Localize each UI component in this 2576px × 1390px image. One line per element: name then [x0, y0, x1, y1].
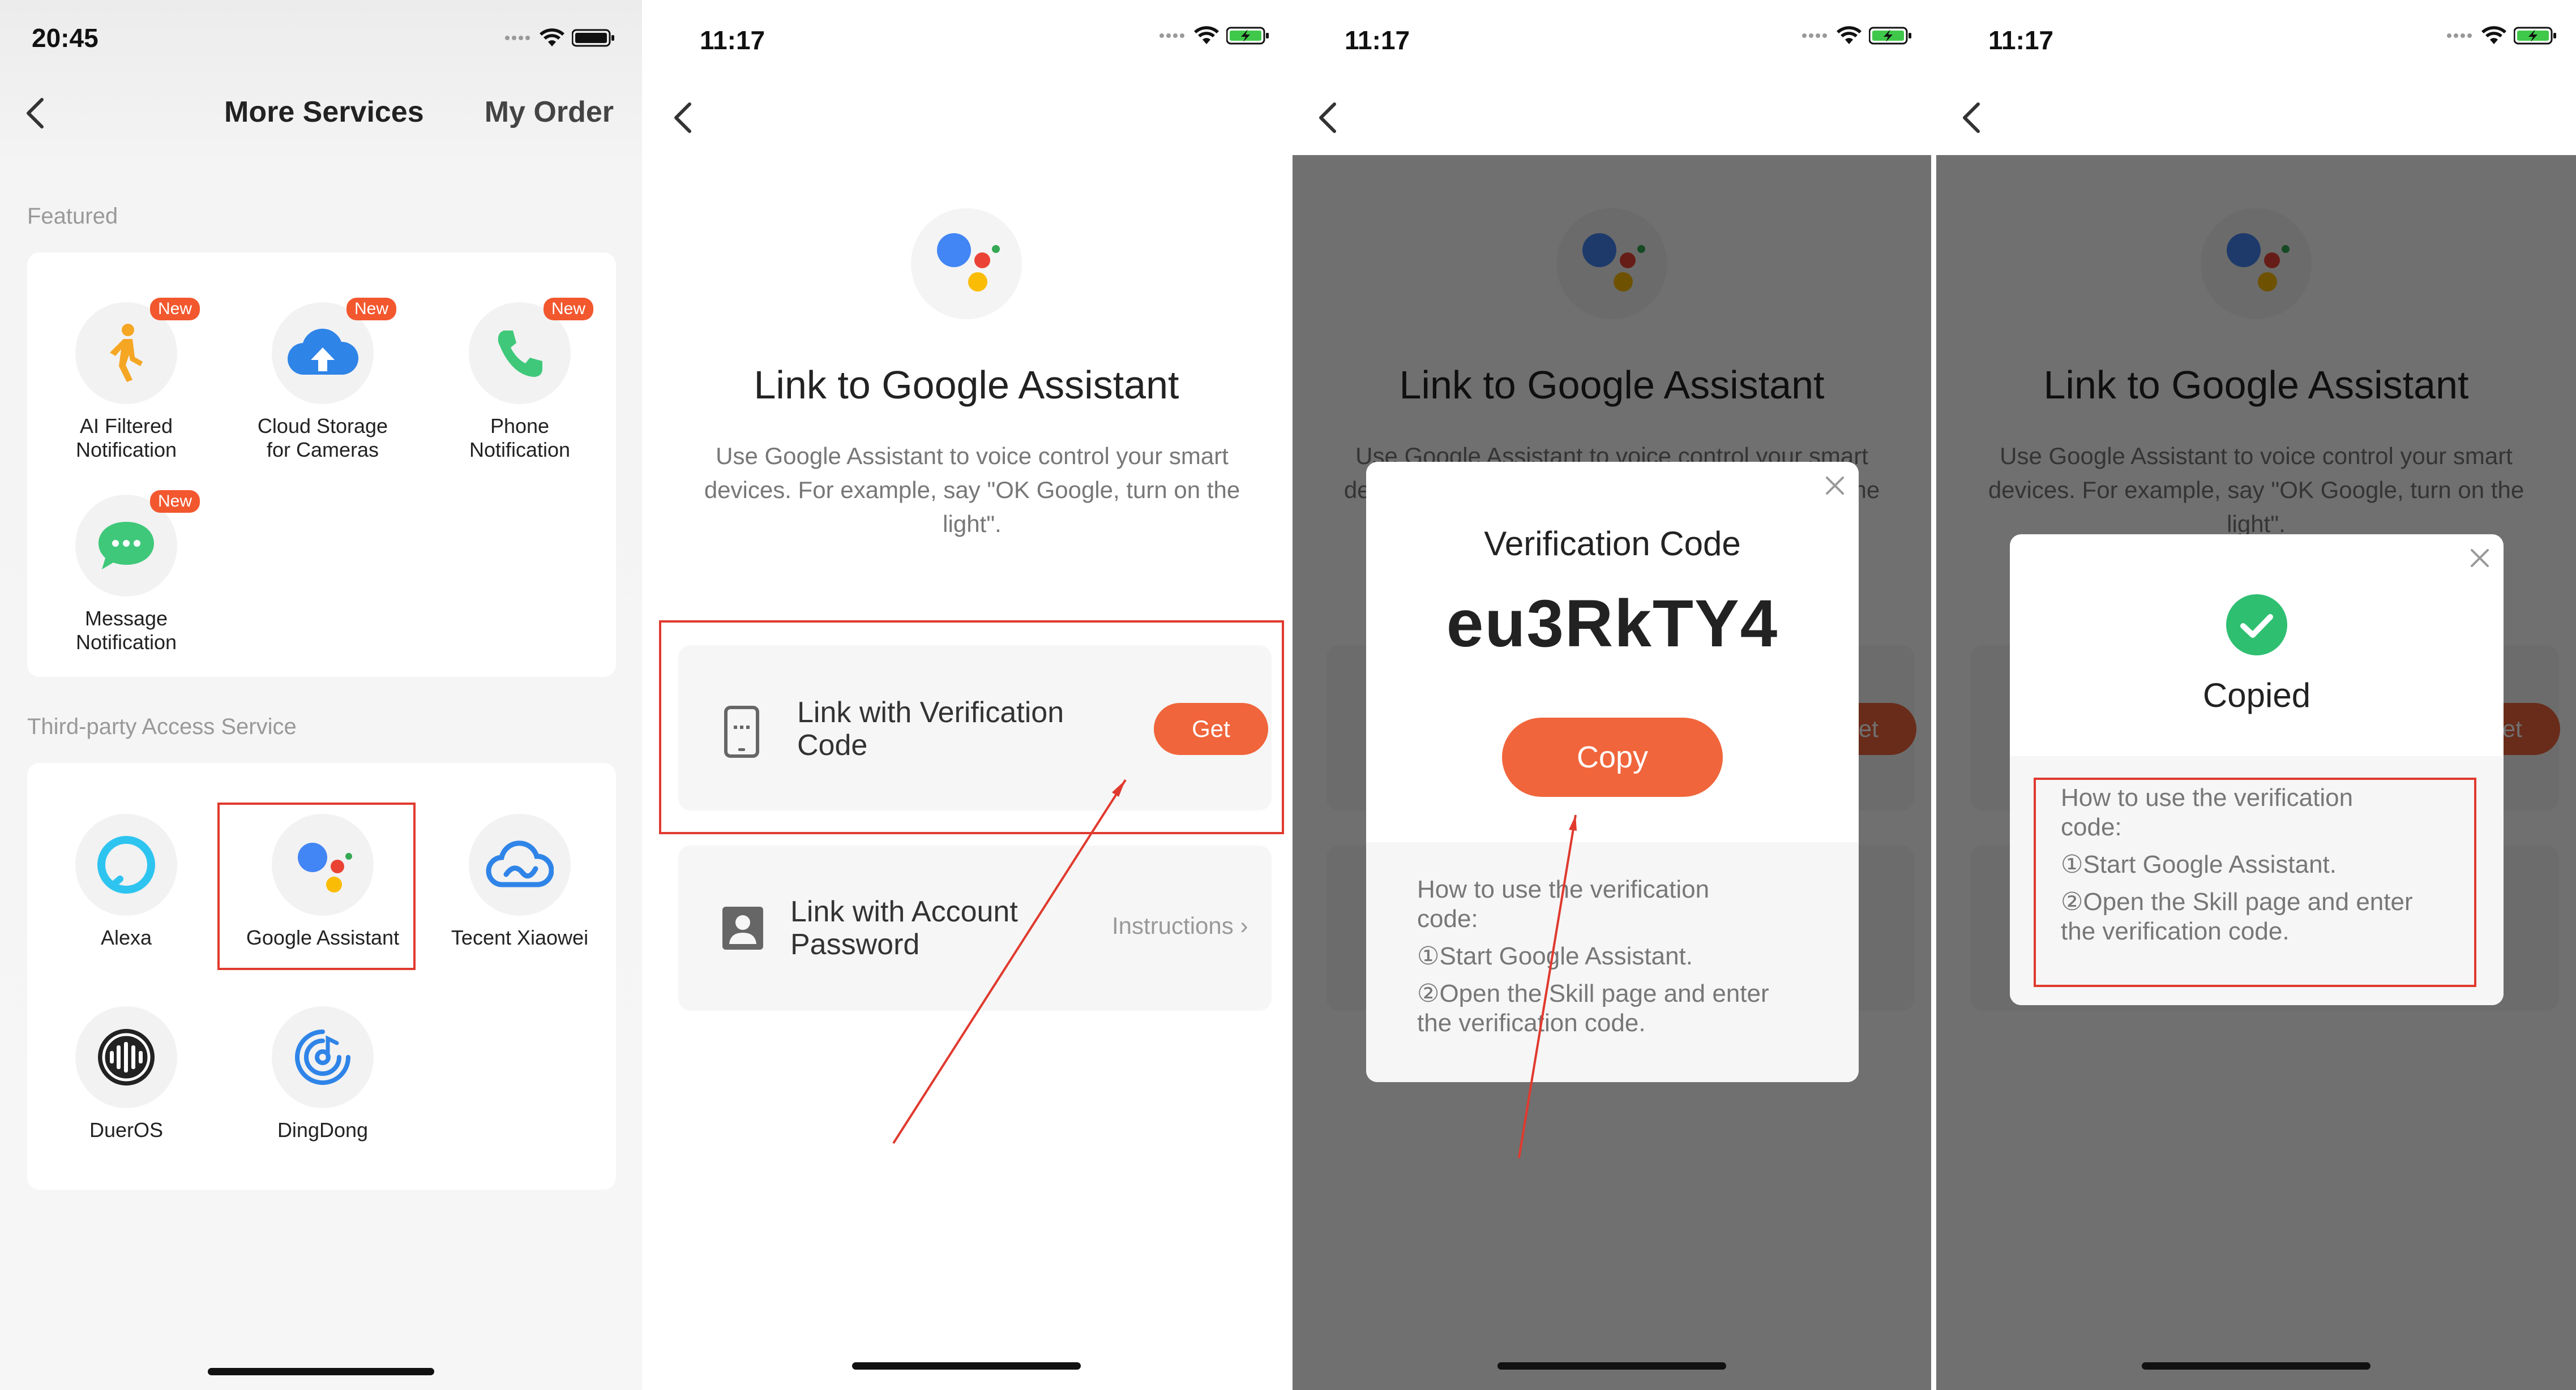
home-indicator	[852, 1362, 1081, 1370]
service-label-line1: Message	[84, 607, 168, 630]
service-label-line2: Notification	[75, 630, 177, 654]
tecent-xiaowei-icon	[486, 840, 554, 887]
service-label: DuerOS	[89, 1118, 164, 1142]
annotation-arrow	[892, 779, 1127, 1144]
service-label-line1: Cloud Storage	[257, 414, 388, 437]
service-label-line2: Notification	[75, 438, 177, 461]
service-label-line2: Notification	[469, 438, 571, 461]
status-time: 11:17	[1988, 25, 2054, 55]
service-phone-notification[interactable]: New Phone Notification	[423, 298, 616, 462]
service-icon-wrap	[272, 1006, 374, 1108]
new-badge: New	[149, 298, 200, 320]
third-party-section-label: Third-party Access Service	[27, 714, 297, 739]
dingdong-icon	[295, 1029, 350, 1085]
service-ai-filtered-notification[interactable]: New AI Filtered Notification	[30, 298, 222, 462]
signal-icon	[2447, 33, 2474, 38]
service-icon-wrap	[75, 814, 177, 916]
wifi-icon	[2481, 26, 2506, 44]
service-icon-wrap	[469, 814, 571, 916]
home-indicator	[208, 1368, 434, 1375]
service-label-line1: Phone	[490, 414, 550, 437]
cloud-upload-icon	[287, 328, 359, 375]
back-icon[interactable]	[23, 96, 48, 130]
annotation-arrow	[1518, 814, 1577, 1159]
new-badge: New	[149, 490, 200, 513]
status-icons	[505, 28, 615, 48]
phone-icon	[498, 331, 542, 377]
service-dueros[interactable]: DuerOS	[30, 1006, 222, 1142]
battery-charging-icon	[2514, 27, 2556, 45]
service-label-line1: AI Filtered	[79, 414, 173, 437]
featured-section-label: Featured	[27, 204, 118, 229]
status-icons	[2447, 26, 2557, 45]
wifi-icon	[540, 28, 564, 46]
battery-icon	[572, 29, 614, 47]
service-message-notification[interactable]: New Message Notification	[30, 490, 222, 654]
dueros-icon	[98, 1029, 155, 1086]
home-indicator	[2142, 1362, 2370, 1370]
home-indicator	[1497, 1362, 1726, 1370]
service-icon-wrap: New	[272, 298, 396, 404]
service-dingdong[interactable]: DingDong	[226, 1006, 419, 1142]
service-label: Tecent Xiaowei	[451, 926, 589, 949]
service-cloud-storage[interactable]: New Cloud Storage for Cameras	[226, 298, 419, 462]
screen-link-google-assistant: 11:17 Link to Google Assistant Use Googl…	[644, 0, 1289, 1390]
new-badge: New	[543, 298, 593, 320]
screen-verification-code-modal: 11:17 Link to Google Assistant Use Googl…	[1293, 0, 1931, 1390]
highlight-box	[2034, 778, 2476, 987]
service-icon-wrap: New	[75, 298, 200, 404]
modal-title: Copied	[2202, 676, 2311, 714]
back-icon[interactable]	[1959, 101, 1984, 135]
featured-card: New AI Filtered Notification New Cloud St…	[27, 252, 616, 677]
service-icon-wrap: New	[75, 490, 200, 597]
highlight-box	[217, 803, 416, 970]
service-icon-wrap: New	[469, 298, 593, 404]
service-alexa[interactable]: Alexa	[30, 814, 222, 950]
status-time: 20:45	[32, 23, 99, 53]
close-icon[interactable]	[2468, 547, 2491, 569]
screen-more-services: 20:45 More Services My Order Featured Ne…	[0, 0, 642, 1390]
new-badge: New	[346, 298, 396, 320]
screen-copied-modal: 11:17 Link to Google Assistant Use Googl…	[1936, 0, 2576, 1390]
page-title: More Services	[224, 96, 424, 128]
my-order-link[interactable]: My Order	[485, 95, 614, 129]
service-tecent-xiaowei[interactable]: Tecent Xiaowei	[423, 814, 616, 950]
service-label-line2: for Cameras	[266, 438, 379, 461]
alexa-icon	[97, 836, 155, 894]
walking-person-icon	[110, 324, 143, 382]
service-label: DingDong	[277, 1118, 369, 1142]
chat-bubble-icon	[99, 522, 154, 569]
service-label: Alexa	[100, 926, 152, 949]
signal-icon	[505, 35, 532, 41]
service-icon-wrap	[75, 1006, 177, 1108]
check-circle-icon	[2226, 594, 2287, 655]
